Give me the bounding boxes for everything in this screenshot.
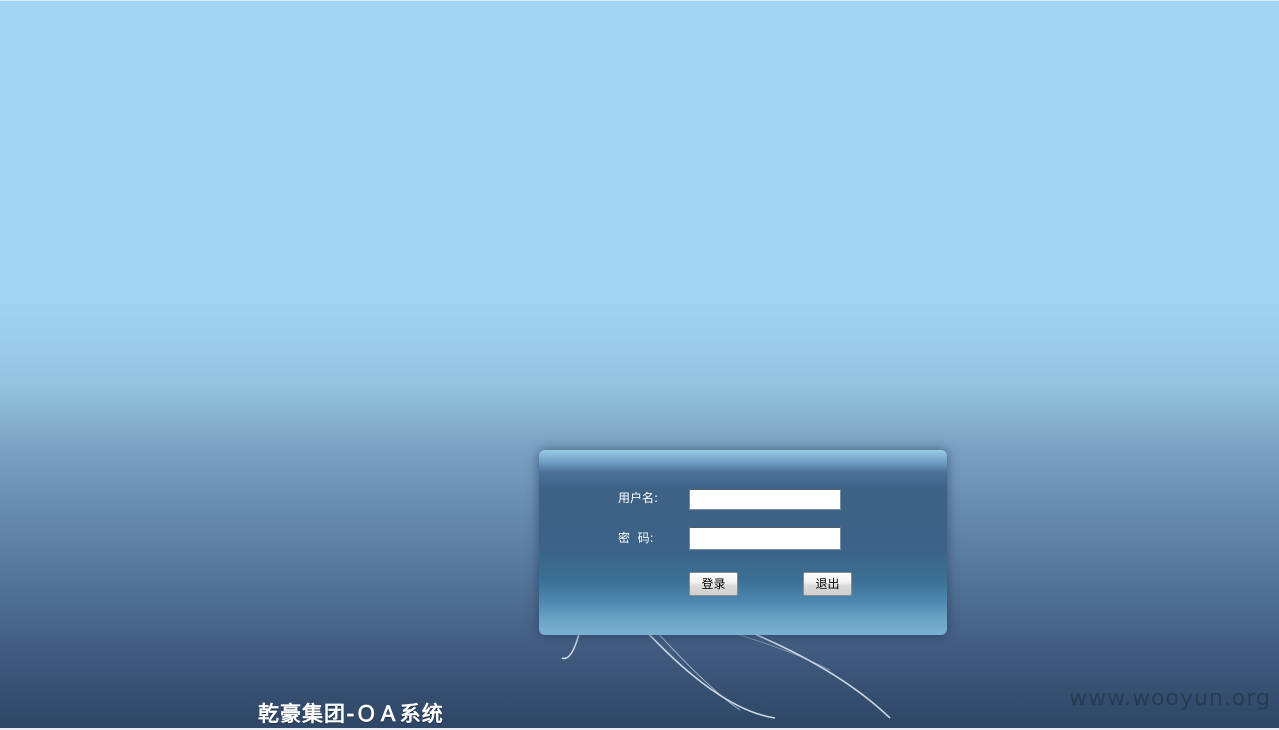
username-label: 用户名:: [618, 491, 659, 505]
login-button[interactable]: 登录: [689, 572, 738, 596]
username-input[interactable]: [689, 489, 841, 510]
exit-button[interactable]: 退出: [803, 572, 852, 596]
top-border: [0, 0, 1279, 1]
watermark-text: www.wooyun.org: [1069, 686, 1271, 711]
login-panel: 用户名: 密 码: 登录 退出: [539, 450, 947, 635]
password-input[interactable]: [689, 527, 841, 550]
system-title: 乾豪集团-ＯＡ系统: [258, 701, 444, 726]
password-label: 密 码:: [618, 531, 654, 545]
login-page: 用户名: 密 码: 登录 退出 乾豪集团-ＯＡ系统 www.wooyun.org: [0, 0, 1279, 730]
